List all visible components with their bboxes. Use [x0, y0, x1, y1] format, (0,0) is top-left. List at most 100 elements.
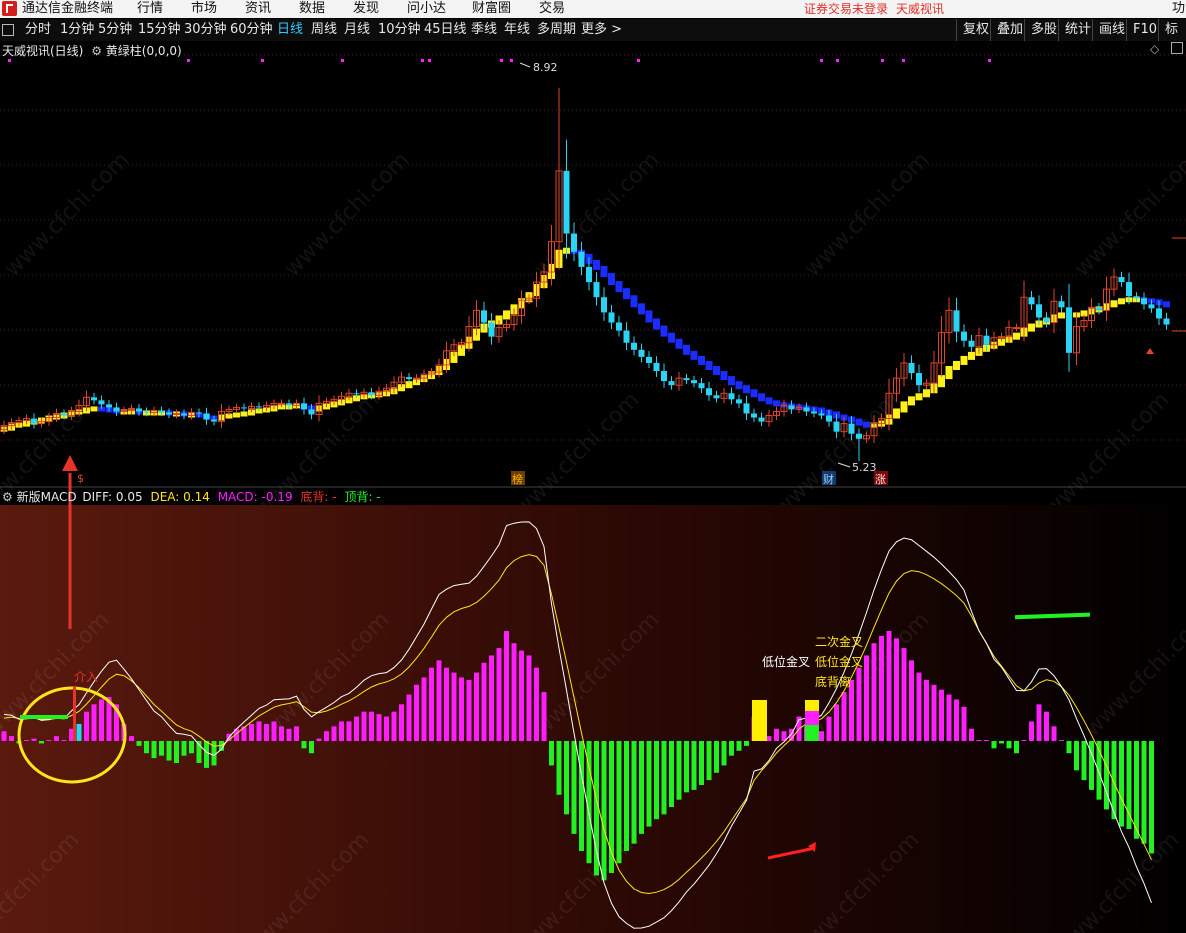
- indicator-name[interactable]: 黄绿柱(0,0,0): [106, 44, 182, 58]
- menu-caifuquan[interactable]: 财富圈: [472, 0, 511, 18]
- ma-segment: [90, 406, 98, 412]
- candle-body: [61, 413, 67, 416]
- macd-bar: [631, 741, 637, 844]
- tool-overlay[interactable]: 叠加: [990, 19, 1023, 41]
- ma-segment: [893, 408, 900, 419]
- tab-30min[interactable]: 30分钟: [184, 19, 227, 41]
- ma-segment: [923, 389, 930, 398]
- candle-body: [638, 349, 645, 357]
- macd-bar: [384, 716, 389, 741]
- marker-bang[interactable]: 榜: [512, 472, 523, 486]
- menu-jiaoyi[interactable]: 交易: [539, 0, 565, 18]
- ma-segment: [728, 376, 735, 386]
- macd-bar: [729, 741, 734, 756]
- macd-bar: [256, 721, 262, 741]
- tab-60min[interactable]: 60分钟: [230, 19, 273, 41]
- candle-body: [211, 419, 217, 422]
- ma-segment: [1163, 301, 1170, 308]
- menu-wenxiaoda[interactable]: 问小达: [407, 0, 446, 18]
- macd-bar: [91, 704, 97, 741]
- diamond-icon[interactable]: ◇: [1150, 42, 1159, 56]
- ma-segment: [735, 381, 743, 390]
- candle-body: [586, 266, 592, 283]
- tool-f10[interactable]: F10: [1126, 19, 1157, 41]
- menu-edge-item[interactable]: 功: [1172, 0, 1185, 18]
- macd-bar: [189, 741, 194, 754]
- menu-shichang[interactable]: 市场: [191, 0, 217, 18]
- macd-bar: [46, 740, 52, 741]
- candle-body: [308, 409, 315, 415]
- signal-dot: [8, 59, 11, 62]
- macd-bar: [856, 667, 862, 741]
- candle-body: [908, 362, 915, 374]
- candle-body: [833, 421, 840, 432]
- macd-bar: [841, 692, 847, 741]
- menu-faxian[interactable]: 发现: [353, 0, 379, 18]
- tab-daily[interactable]: 日线: [277, 19, 303, 41]
- marker-cai[interactable]: 财: [823, 472, 834, 486]
- candle-body: [788, 405, 795, 410]
- tab-weekly[interactable]: 周线: [311, 19, 337, 41]
- candle-body: [646, 356, 652, 363]
- candle-body: [1118, 277, 1125, 283]
- macd-bar: [924, 679, 929, 741]
- macd-dea-label: DEA: 0.14: [150, 490, 210, 504]
- macd-bar: [361, 711, 367, 741]
- macd-settings-icon[interactable]: ⚙: [2, 490, 13, 504]
- tab-multi-period[interactable]: 多周期: [537, 19, 576, 41]
- candle-body: [1096, 307, 1102, 311]
- macd-bar: [406, 694, 412, 741]
- tab-45day[interactable]: 45日线: [424, 19, 467, 41]
- signal-dot: [261, 59, 264, 62]
- candle-body: [983, 335, 990, 345]
- tab-quarterly[interactable]: 季线: [471, 19, 497, 41]
- tab-yearly[interactable]: 年线: [504, 19, 530, 41]
- ma-segment: [683, 344, 690, 355]
- menu-zixun[interactable]: 资讯: [245, 0, 271, 18]
- tool-fuquan[interactable]: 复权: [956, 19, 989, 41]
- window-toggle-icon[interactable]: [2, 24, 14, 36]
- candle-body: [631, 342, 637, 350]
- signal-dot: [510, 59, 513, 62]
- settings-icon[interactable]: ⚙: [91, 44, 102, 58]
- annotation-low-cross-2: 低位金叉: [815, 654, 863, 669]
- main-chart-title[interactable]: 天威视讯(日线): [2, 44, 83, 58]
- tool-drawing[interactable]: 画线: [1092, 19, 1125, 41]
- tool-statistics[interactable]: 统计: [1058, 19, 1091, 41]
- chart-area[interactable]: www.cfchi.com www.cfchi.com www.cfchi.com w…: [0, 41, 1186, 933]
- candle-body: [286, 403, 292, 406]
- macd-bar: [894, 638, 899, 741]
- marker-zhang[interactable]: 涨: [875, 473, 886, 486]
- macd-bar: [24, 740, 29, 741]
- macd-bar: [489, 655, 494, 741]
- ma-segment: [600, 265, 608, 278]
- candle-body: [488, 322, 495, 337]
- window-icon[interactable]: [1171, 42, 1184, 54]
- macd-bar: [346, 721, 352, 741]
- macd-bar: [331, 726, 337, 741]
- tab-fenshi[interactable]: 分时: [25, 19, 51, 41]
- macd-bar: [1036, 704, 1042, 741]
- tab-5min[interactable]: 5分钟: [98, 19, 132, 41]
- login-status[interactable]: 证券交易未登录: [804, 0, 888, 18]
- menu-hangqing[interactable]: 行情: [137, 0, 163, 18]
- candle-body: [751, 413, 757, 418]
- tab-15min[interactable]: 15分钟: [138, 19, 181, 41]
- bottom-divergence-label: 底背: -: [300, 490, 337, 504]
- macd-name[interactable]: 新版MACD: [17, 490, 77, 504]
- candle-body: [563, 170, 570, 234]
- macd-bar: [496, 648, 502, 741]
- marker-dollar[interactable]: $: [77, 472, 84, 485]
- tab-10min[interactable]: 10分钟: [378, 19, 421, 41]
- tab-monthly[interactable]: 月线: [344, 19, 370, 41]
- tool-multi-stock[interactable]: 多股: [1024, 19, 1057, 41]
- macd-bar: [459, 677, 464, 741]
- tab-more[interactable]: 更多 >: [581, 19, 622, 41]
- candle-body: [1066, 307, 1072, 353]
- candle-body: [608, 312, 615, 323]
- menu-shuju[interactable]: 数据: [299, 0, 325, 18]
- flat-marker: [20, 715, 68, 719]
- tab-1min[interactable]: 1分钟: [60, 19, 94, 41]
- candle-body: [1133, 296, 1140, 299]
- macd-bar: [1119, 741, 1124, 827]
